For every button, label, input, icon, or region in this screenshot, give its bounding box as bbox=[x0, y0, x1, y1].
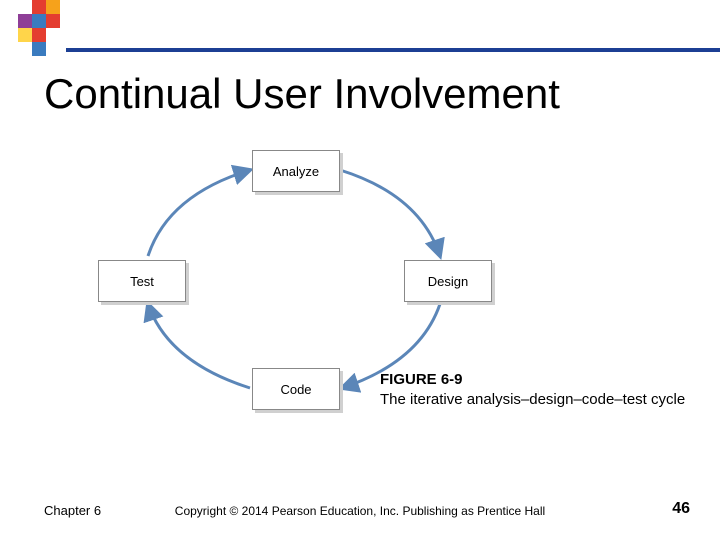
node-analyze: Analyze bbox=[252, 150, 340, 192]
node-code: Code bbox=[252, 368, 340, 410]
page-number: 46 bbox=[672, 500, 690, 518]
figure-caption: FIGURE 6-9 The iterative analysis–design… bbox=[380, 370, 710, 409]
figure-text: The iterative analysis–design–code–test … bbox=[380, 391, 685, 408]
figure-label: FIGURE 6-9 bbox=[380, 371, 463, 388]
node-design: Design bbox=[404, 260, 492, 302]
slide: Continual User Involvement Analyze Desig… bbox=[0, 0, 720, 540]
node-test: Test bbox=[98, 260, 186, 302]
header-divider bbox=[66, 48, 720, 52]
slide-title: Continual User Involvement bbox=[44, 70, 560, 118]
copyright-text: Copyright © 2014 Pearson Education, Inc.… bbox=[0, 504, 720, 518]
